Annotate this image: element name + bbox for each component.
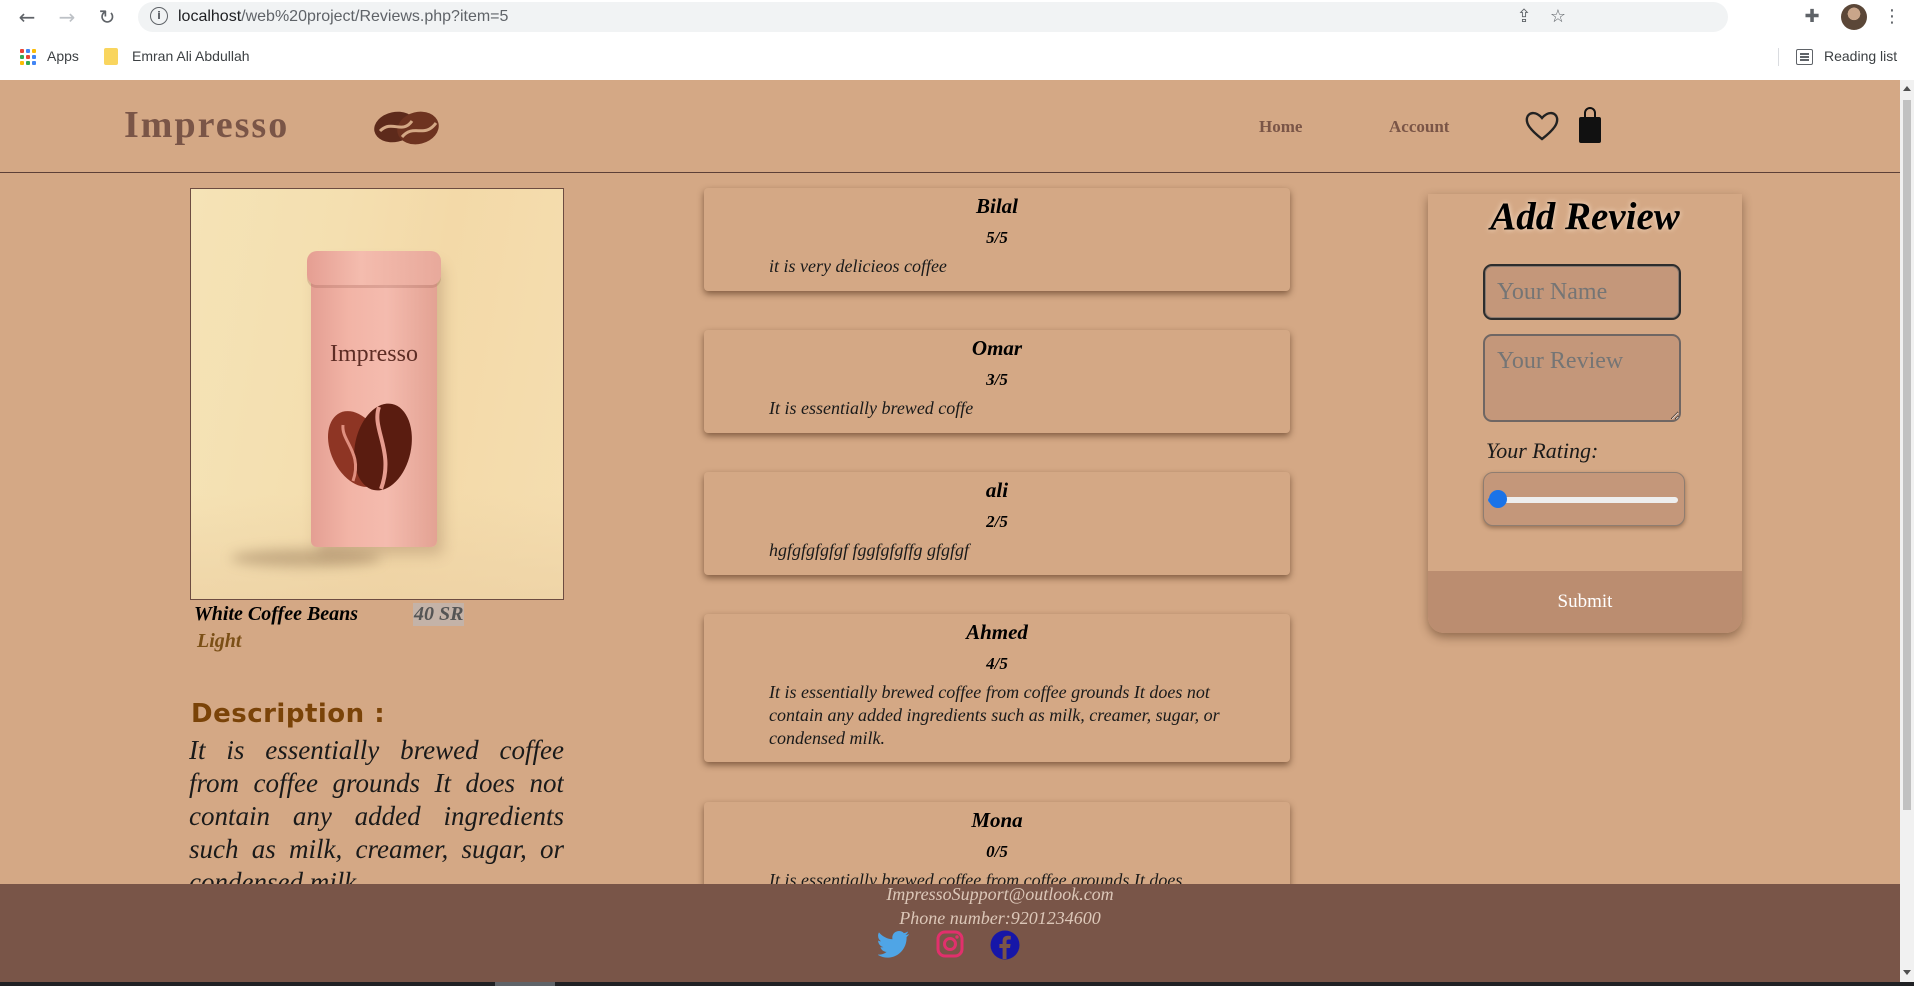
folder-icon <box>104 48 118 65</box>
scroll-down-icon[interactable] <box>1903 970 1911 975</box>
coffee-bean-icon <box>327 403 412 491</box>
product-name: White Coffee Beans <box>194 603 359 625</box>
review-card: ali 2/5 hgfgfgfgfgf fggfgfgffg gfgfgf <box>704 472 1290 575</box>
browser-chrome: ← → ↻ i localhost/web%20project/Reviews.… <box>0 0 1914 80</box>
url-host: localhost <box>178 8 242 25</box>
shopping-bag-icon[interactable] <box>1577 107 1603 145</box>
review-text: it is very delicieos coffee <box>769 256 947 276</box>
address-bar[interactable]: i localhost/web%20project/Reviews.php?it… <box>138 2 1728 32</box>
footer-email[interactable]: ImpressoSupport@outlook.com <box>0 884 1914 905</box>
add-review-panel: Add Review Your Rating: Submit <box>1428 194 1742 633</box>
review-text: hgfgfgfgfgf fggfgfgffg gfgfgf <box>769 540 970 560</box>
nav-account[interactable]: Account <box>1389 117 1449 137</box>
review-author: Mona <box>971 808 1023 832</box>
review-rating: 4/5 <box>986 654 1008 673</box>
product-price: 40 SR <box>413 603 465 626</box>
slider-thumb[interactable] <box>1489 490 1507 508</box>
instagram-icon[interactable] <box>936 930 964 958</box>
bookmark-folder[interactable]: Emran Ali Abdullah <box>132 48 250 64</box>
bookmarks-bar: Apps Emran Ali Abdullah Reading list <box>0 42 1914 72</box>
reload-icon[interactable]: ↻ <box>94 4 120 30</box>
url-text[interactable]: localhost/web%20project/Reviews.php?item… <box>178 8 508 26</box>
product-can-label: Impresso <box>330 341 418 367</box>
description-title: Description : <box>191 699 386 729</box>
site-footer: ImpressoSupport@outlook.com Phone number… <box>0 884 1900 982</box>
reading-list-icon[interactable] <box>1796 49 1813 65</box>
product-can-lid <box>307 251 441 285</box>
review-author: Bilal <box>975 194 1018 218</box>
nav-home[interactable]: Home <box>1259 117 1302 137</box>
footer-phone: Phone number:9201234600 <box>899 908 1101 928</box>
review-rating: 3/5 <box>986 370 1008 389</box>
review-card: Ahmed 4/5 It is essentially brewed coffe… <box>704 614 1290 762</box>
slider-track[interactable] <box>1488 497 1678 503</box>
add-review-title: Add Review <box>1490 195 1680 238</box>
review-card: Omar 3/5 It is essentially brewed coffe <box>704 330 1290 433</box>
reading-list-button[interactable]: Reading list <box>1824 48 1897 64</box>
coffee-bean-logo-icon <box>374 111 439 145</box>
name-input[interactable] <box>1483 264 1681 320</box>
twitter-icon[interactable] <box>878 930 910 958</box>
back-icon[interactable]: ← <box>14 4 40 30</box>
bookmark-star-icon[interactable]: ☆ <box>1546 5 1570 29</box>
url-path: /web%20project/Reviews.php?item=5 <box>241 8 509 25</box>
share-icon[interactable]: ⇪ <box>1512 5 1536 29</box>
bookmark-apps[interactable]: Apps <box>47 48 79 64</box>
review-text: It is essentially brewed coffee from cof… <box>769 682 1220 748</box>
heart-icon[interactable] <box>1525 110 1559 142</box>
review-rating: 0/5 <box>986 842 1008 861</box>
review-rating: 2/5 <box>986 512 1008 531</box>
image-shadow <box>231 549 381 567</box>
review-textarea[interactable] <box>1483 334 1681 422</box>
forward-icon[interactable]: → <box>54 4 80 30</box>
description-text: It is essentially brewed coffee from cof… <box>189 735 564 886</box>
review-author: ali <box>985 478 1009 502</box>
apps-icon[interactable] <box>20 49 36 65</box>
rating-label: Your Rating: <box>1486 438 1599 463</box>
product-roast: Light <box>197 630 242 652</box>
profile-avatar[interactable] <box>1841 4 1867 30</box>
product-image: Impresso <box>190 188 564 600</box>
review-author: Omar <box>971 336 1023 360</box>
review-rating: 5/5 <box>986 228 1008 247</box>
menu-icon[interactable]: ⋮ <box>1880 5 1904 29</box>
toolbar: ← → ↻ i localhost/web%20project/Reviews.… <box>0 0 1914 33</box>
brand-logo-text[interactable]: Impresso <box>124 103 289 147</box>
taskbar-strip <box>0 982 1914 986</box>
review-author: Ahmed <box>966 620 1028 644</box>
submit-button[interactable]: Submit <box>1428 571 1742 633</box>
site-header: Impresso Home Account <box>0 80 1900 173</box>
bookmark-divider <box>1778 48 1779 66</box>
scrollbar-thumb[interactable] <box>1903 100 1911 810</box>
product-can: Impresso <box>307 251 441 547</box>
extensions-icon[interactable]: ✚ <box>1800 5 1824 29</box>
scroll-up-icon[interactable] <box>1903 86 1911 91</box>
facebook-icon[interactable] <box>990 930 1020 960</box>
review-card: Bilal 5/5 it is very delicieos coffee <box>704 188 1290 291</box>
site-info-icon[interactable]: i <box>150 7 168 25</box>
page-scrollbar[interactable] <box>1900 80 1914 982</box>
rating-slider[interactable] <box>1483 472 1685 526</box>
review-text: It is essentially brewed coffe <box>769 398 974 418</box>
